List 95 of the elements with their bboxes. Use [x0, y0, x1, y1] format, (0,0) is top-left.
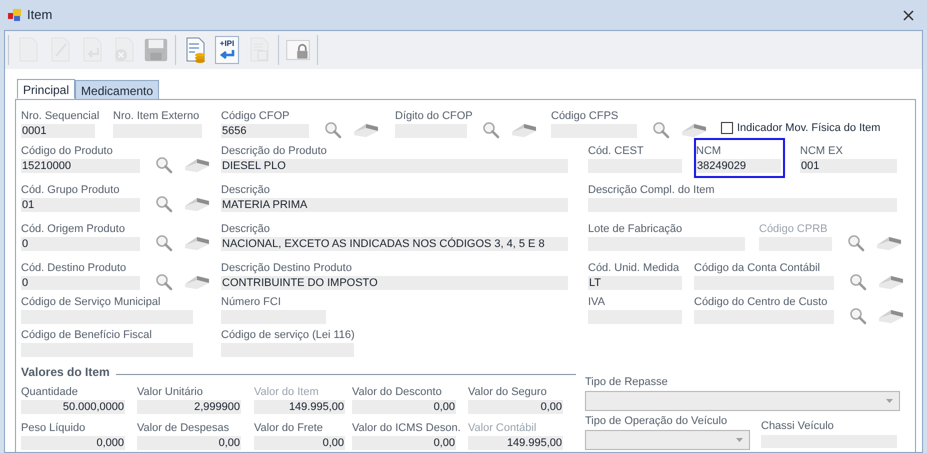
input-field[interactable]: MATERIA PRIMA	[221, 198, 568, 212]
input-field[interactable]: 0001	[21, 124, 95, 138]
input-field[interactable]: 01	[21, 198, 140, 212]
input-field[interactable]: 0,000	[21, 436, 125, 450]
input-field[interactable]: NACIONAL, EXCETO AS INDICADAS NOS CÓDIGOS 3, 4, 5 E 8	[221, 237, 568, 251]
search-icon[interactable]	[849, 273, 867, 291]
eraser-icon[interactable]	[878, 274, 904, 290]
input-field[interactable]: 15210000	[21, 159, 140, 173]
dropdown[interactable]	[585, 391, 900, 411]
eraser-icon[interactable]	[184, 196, 210, 212]
input-field[interactable]: 5656	[221, 124, 309, 138]
field-label: Valor Contábil	[468, 421, 538, 435]
field-label: Código CPRB	[759, 222, 828, 236]
window-title: Item	[27, 6, 52, 24]
input-field[interactable]: 001	[800, 159, 897, 173]
eraser-icon[interactable]	[876, 235, 902, 251]
checkbox-label: Indicador Mov. Física do Item	[737, 121, 880, 136]
field-label: Tipo de Repasse	[585, 375, 669, 389]
input-field[interactable]: 0,00	[468, 400, 563, 414]
field-label: NCM EX	[800, 144, 844, 158]
field-label: Código CFOP	[221, 109, 290, 123]
field-label: Lote de Fabricação	[588, 222, 684, 236]
field-label: Código de serviço (Lei 116)	[221, 328, 355, 342]
close-icon[interactable]	[903, 10, 914, 20]
app-icon	[8, 9, 22, 21]
input-field[interactable]: 0,00	[254, 436, 345, 450]
ipi-button[interactable]: +IPI	[215, 36, 239, 64]
search-icon[interactable]	[324, 121, 342, 139]
field-label: Valor Unitário	[137, 385, 204, 399]
input-field[interactable]: CONTRIBUINTE DO IMPOSTO	[221, 276, 568, 290]
field-label: Valor de Despesas	[137, 421, 230, 435]
search-icon[interactable]	[155, 273, 173, 291]
eraser-icon[interactable]	[184, 157, 210, 173]
field-label: Descrição do Produto	[221, 144, 328, 158]
field-label: Código de Benefício Fiscal	[21, 328, 153, 342]
checkbox[interactable]	[721, 122, 733, 134]
field-label: Cód. Origem Produto	[21, 222, 126, 236]
field-label: Código da Conta Contábil	[694, 261, 821, 275]
input-field[interactable]: 0,00	[352, 400, 456, 414]
field-label: Descrição Compl. do Item	[588, 183, 716, 197]
field-label: Valor do Frete	[254, 421, 324, 435]
search-icon[interactable]	[155, 234, 173, 252]
input-field[interactable]: 0	[21, 237, 140, 251]
input-field[interactable]: LT	[588, 276, 682, 290]
field-label: Valor do Item	[254, 385, 320, 399]
input-field[interactable]: 38249029	[696, 159, 781, 173]
field-label: Valor do Seguro	[468, 385, 548, 399]
eraser-icon[interactable]	[511, 122, 537, 138]
input-field[interactable]: 0	[21, 276, 140, 290]
search-icon[interactable]	[155, 156, 173, 174]
section-title: Valores do Item	[21, 364, 110, 381]
input-field[interactable]: DIESEL PLO	[221, 159, 568, 173]
field-label: Dígito do CFOP	[395, 109, 473, 123]
field-label: Valor do Desconto	[352, 385, 443, 399]
field-label: Número FCI	[221, 295, 282, 309]
field-label: Cód. Destino Produto	[21, 261, 128, 275]
field-label: Cód. CEST	[588, 144, 645, 158]
input-field[interactable]: 50.000,0000	[21, 400, 125, 414]
dropdown-arrow-icon	[886, 399, 893, 403]
field-label: Código CFPS	[551, 109, 620, 123]
field-label: Tipo de Operação do Veículo	[585, 414, 728, 428]
field-label: Nro. Sequencial	[21, 109, 100, 123]
field-label: NCM	[696, 144, 722, 158]
dropdown[interactable]	[585, 430, 750, 450]
field-label: Código do Produto	[21, 144, 114, 158]
undo-arrow-icon	[219, 49, 235, 61]
field-label: Valor do ICMS Deson.	[352, 421, 461, 435]
input-field[interactable]: 0,00	[352, 436, 456, 450]
field-label: Peso Líquido	[21, 421, 86, 435]
search-icon[interactable]	[849, 307, 867, 325]
eraser-icon[interactable]	[681, 122, 707, 138]
dropdown-arrow-icon	[736, 438, 743, 442]
field-label: Cód. Grupo Produto	[21, 183, 120, 197]
search-icon[interactable]	[847, 234, 865, 252]
eraser-icon[interactable]	[184, 235, 210, 251]
eraser-icon[interactable]	[878, 308, 904, 324]
field-label: Código de Serviço Municipal	[21, 295, 162, 309]
field-label: Nro. Item Externo	[113, 109, 200, 123]
input-field[interactable]: 0,00	[137, 436, 241, 450]
eraser-icon[interactable]	[353, 122, 379, 138]
field-label: Descrição Destino Produto	[221, 261, 353, 275]
search-icon[interactable]	[155, 195, 173, 213]
input-field[interactable]: 2,999900	[137, 400, 241, 414]
eraser-icon[interactable]	[184, 274, 210, 290]
field-label: IVA	[588, 295, 606, 309]
field-label: Chassi Veículo	[761, 419, 835, 433]
search-icon[interactable]	[482, 121, 500, 139]
field-label: Descrição	[221, 183, 271, 197]
field-label: Código do Centro de Custo	[694, 295, 828, 309]
tab[interactable]: Medicamento	[75, 80, 160, 100]
field-label: Descrição	[221, 222, 271, 236]
tab[interactable]: Principal	[17, 79, 76, 99]
search-icon[interactable]	[652, 121, 670, 139]
field-label: Cód. Unid. Medida	[588, 261, 680, 275]
field-label: Quantidade	[21, 385, 79, 399]
